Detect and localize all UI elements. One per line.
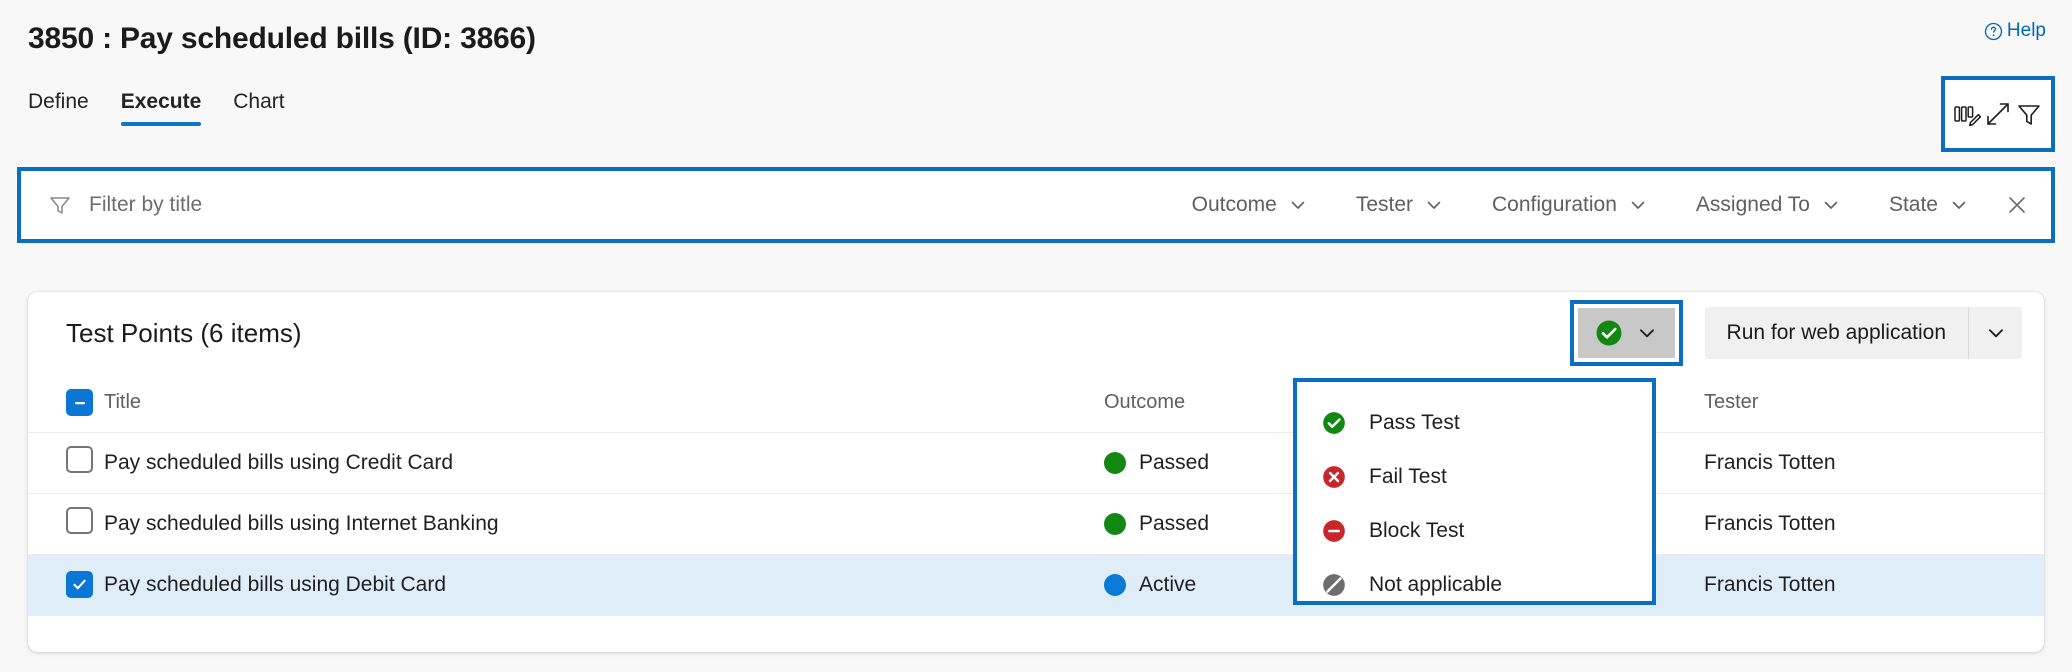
menu-item-label: Pass Test — [1369, 411, 1460, 435]
passed-status-icon — [1104, 452, 1126, 474]
row-checkbox-cell — [28, 493, 104, 554]
select-all-checkbox[interactable] — [66, 389, 93, 416]
filter-pill-group: Outcome Tester Configuration Assigned To… — [1168, 171, 2051, 239]
filter-pill-label: Assigned To — [1696, 193, 1810, 217]
column-header-tester[interactable]: Tester — [1704, 374, 2044, 432]
outcome-menu-list: Pass Test Fail Test Block Test — [1297, 382, 1652, 626]
filter-pill-configuration[interactable]: Configuration — [1468, 193, 1672, 217]
menu-item-not-applicable[interactable]: Not applicable — [1297, 558, 1652, 612]
outcome-dropdown-menu: Pass Test Fail Test Block Test — [1293, 378, 1656, 605]
menu-item-pass-test[interactable]: Pass Test — [1297, 396, 1652, 450]
column-options-icon[interactable] — [1951, 97, 1982, 131]
filter-pill-label: State — [1889, 193, 1938, 217]
column-header-title[interactable]: Title — [104, 374, 1104, 432]
tab-define[interactable]: Define — [28, 90, 89, 126]
menu-item-label: Fail Test — [1369, 465, 1447, 489]
test-points-title: Test Points (6 items) — [66, 318, 302, 349]
table-row[interactable]: Pay scheduled bills using Internet Banki… — [28, 493, 2044, 554]
passed-status-icon — [1104, 513, 1126, 535]
tab-execute[interactable]: Execute — [121, 90, 202, 126]
menu-item-fail-test[interactable]: Fail Test — [1297, 450, 1652, 504]
run-options-dropdown-button[interactable] — [1968, 307, 2022, 359]
chevron-down-icon — [1628, 195, 1648, 215]
test-points-header: Test Points (6 items) Run for web applic… — [28, 292, 2044, 374]
table-header-row: Title Outcome Order Configuration Tester — [28, 374, 2044, 432]
filter-input-wrap[interactable]: Filter by title — [21, 171, 1168, 239]
test-points-table: Title Outcome Order Configuration Tester… — [28, 374, 2044, 616]
table-body: Pay scheduled bills using Credit Card Pa… — [28, 432, 2044, 615]
menu-item-label: Not applicable — [1369, 573, 1502, 597]
select-all-header — [28, 374, 104, 432]
check-icon — [71, 576, 88, 593]
cell-tester: Francis Totten — [1704, 554, 2044, 615]
active-status-icon — [1104, 574, 1126, 596]
row-checkbox-cell — [28, 432, 104, 493]
chevron-down-icon — [1424, 195, 1444, 215]
outcome-label: Passed — [1139, 512, 1209, 536]
filter-pill-tester[interactable]: Tester — [1332, 193, 1468, 217]
help-label: Help — [2007, 20, 2046, 42]
table-row[interactable]: Pay scheduled bills using Credit Card Pa… — [28, 432, 2044, 493]
expand-diagonal-icon[interactable] — [1982, 97, 2013, 131]
funnel-icon[interactable] — [2014, 97, 2045, 131]
chevron-down-icon — [1288, 195, 1308, 215]
filter-bar: Filter by title Outcome Tester Configura… — [17, 167, 2055, 243]
cell-tester: Francis Totten — [1704, 493, 2044, 554]
tab-bar: Define Execute Chart — [28, 90, 285, 126]
row-checkbox[interactable] — [66, 571, 93, 598]
red-minus-circle-icon — [1321, 518, 1347, 544]
menu-item-label: Block Test — [1369, 519, 1464, 543]
chevron-down-icon — [1636, 322, 1658, 344]
filter-pill-label: Tester — [1356, 193, 1413, 217]
chevron-down-icon — [1949, 195, 1969, 215]
cell-title: Pay scheduled bills using Credit Card — [104, 432, 1104, 493]
outcome-label: Active — [1139, 573, 1196, 597]
filter-pill-label: Configuration — [1492, 193, 1617, 217]
filter-pill-outcome[interactable]: Outcome — [1168, 193, 1332, 217]
row-checkbox-cell — [28, 554, 104, 615]
test-points-card: Test Points (6 items) Run for web applic… — [28, 292, 2044, 652]
green-check-circle-icon — [1594, 318, 1624, 348]
cell-title: Pay scheduled bills using Debit Card — [104, 554, 1104, 615]
chevron-down-icon — [1985, 322, 2007, 344]
clear-filters-button[interactable] — [1993, 171, 2051, 239]
close-x-icon — [2004, 192, 2030, 218]
menu-item-block-test[interactable]: Block Test — [1297, 504, 1652, 558]
green-check-circle-icon — [1321, 410, 1347, 436]
grid-toolbar — [1941, 76, 2055, 152]
funnel-icon — [47, 192, 73, 218]
test-plan-execute-page: 3850 : Pay scheduled bills (ID: 3866) He… — [0, 0, 2072, 672]
filter-pill-label: Outcome — [1192, 193, 1277, 217]
chevron-down-icon — [1821, 195, 1841, 215]
row-checkbox[interactable] — [66, 446, 93, 473]
cell-title: Pay scheduled bills using Internet Banki… — [104, 493, 1104, 554]
help-link[interactable]: Help — [1984, 20, 2046, 42]
row-checkbox[interactable] — [66, 507, 93, 534]
tab-chart[interactable]: Chart — [233, 90, 284, 126]
set-outcome-button[interactable] — [1578, 308, 1675, 358]
outcome-label: Passed — [1139, 451, 1209, 475]
table-header: Title Outcome Order Configuration Tester — [28, 374, 2044, 432]
filter-title-input[interactable]: Filter by title — [89, 193, 202, 217]
grey-slash-circle-icon — [1321, 572, 1347, 598]
outcome-split-button-highlight — [1570, 300, 1683, 366]
card-actions: Run for web application — [1570, 300, 2022, 366]
run-button-group: Run for web application — [1705, 307, 2022, 359]
table-row[interactable]: Pay scheduled bills using Debit Card Act… — [28, 554, 2044, 615]
filter-pill-state[interactable]: State — [1865, 193, 1993, 217]
filter-pill-assigned-to[interactable]: Assigned To — [1672, 193, 1865, 217]
red-x-circle-icon — [1321, 464, 1347, 490]
cell-tester: Francis Totten — [1704, 432, 2044, 493]
minus-icon — [72, 395, 88, 411]
page-title: 3850 : Pay scheduled bills (ID: 3866) — [28, 22, 536, 56]
question-circle-icon — [1984, 22, 2003, 41]
run-for-web-application-button[interactable]: Run for web application — [1705, 307, 1968, 359]
